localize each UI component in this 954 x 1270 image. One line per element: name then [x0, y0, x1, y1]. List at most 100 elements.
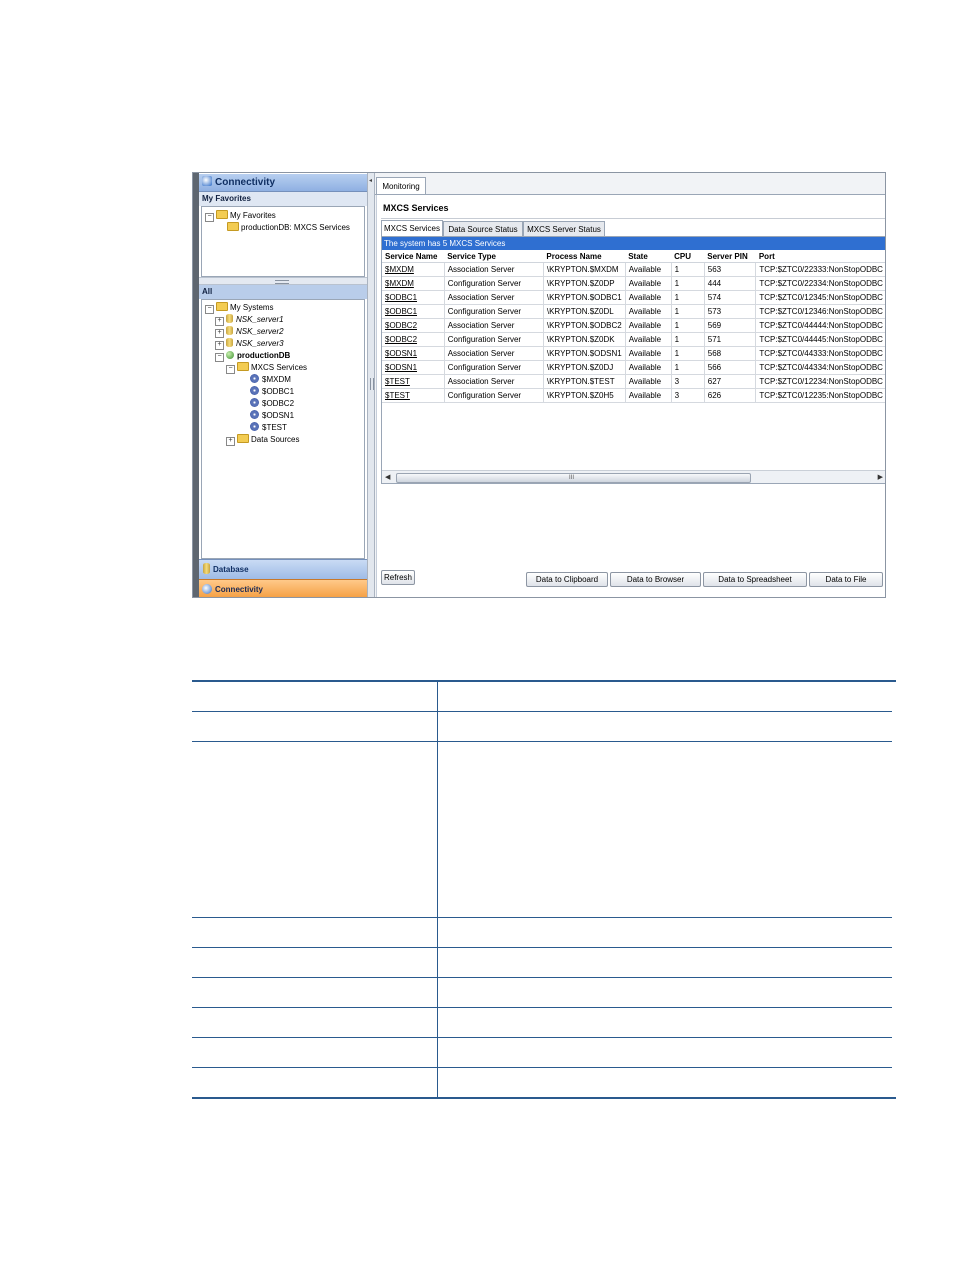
collapse-icon[interactable]: −: [205, 305, 214, 314]
table-cell: 571: [704, 332, 757, 347]
table-row[interactable]: $ODBC1 Configuration Server \KRYPTON.$Z0DL…: [382, 304, 885, 319]
splitter-grip[interactable]: [275, 280, 289, 284]
table-cell: Available: [625, 318, 672, 333]
column-header[interactable]: Port: [755, 250, 885, 263]
service-name-link[interactable]: $TEST: [382, 388, 445, 403]
favorites-header: My Favorites: [199, 192, 367, 206]
table-row[interactable]: $ODSN1 Association Server \KRYPTON.$ODSN1 A…: [382, 346, 885, 361]
doc-table-header-row: [192, 682, 892, 712]
table-row[interactable]: $ODBC2 Configuration Server \KRYPTON.$Z0DK…: [382, 332, 885, 347]
horizontal-scrollbar[interactable]: ◀ III ▶: [382, 470, 885, 483]
tree-node-service[interactable]: $TEST: [250, 422, 287, 433]
column-header[interactable]: Service Name: [382, 250, 445, 263]
table-cell: 573: [704, 304, 757, 319]
tree-node-server[interactable]: + NSK_server3: [215, 338, 284, 350]
title-divider: [381, 218, 885, 219]
tree-node-service[interactable]: $ODBC1: [250, 386, 294, 397]
refresh-button[interactable]: Refresh: [381, 570, 415, 585]
scroll-left-icon[interactable]: ◀: [385, 471, 390, 483]
table-row[interactable]: $MXDM Association Server \KRYPTON.$MXDM Ava…: [382, 262, 885, 277]
tree-node-server[interactable]: + NSK_server2: [215, 326, 284, 338]
data-to-browser-button[interactable]: Data to Browser: [610, 572, 701, 587]
service-name-link[interactable]: $ODSN1: [382, 360, 445, 375]
collapse-icon[interactable]: −: [215, 353, 224, 362]
service-gear-icon: [250, 410, 259, 419]
column-header[interactable]: Server PIN: [704, 250, 756, 263]
data-to-spreadsheet-button[interactable]: Data to Spreadsheet: [703, 572, 807, 587]
column-header[interactable]: Service Type: [444, 250, 544, 263]
folder-icon: [237, 434, 249, 443]
tree-node-my-favorites[interactable]: − My Favorites: [205, 210, 276, 222]
service-name-link[interactable]: $MXDM: [382, 262, 445, 277]
doc-table-row: [192, 948, 892, 978]
column-header[interactable]: CPU: [671, 250, 705, 263]
service-name-link[interactable]: $ODBC1: [382, 304, 445, 319]
doc-table-row: [192, 742, 892, 918]
tab-mxcs-server-status[interactable]: MXCS Server Status: [523, 221, 605, 236]
expand-icon[interactable]: +: [215, 329, 224, 338]
database-panel-header[interactable]: Database: [199, 559, 367, 579]
table-row[interactable]: $ODBC1 Association Server \KRYPTON.$ODBC1 A…: [382, 290, 885, 305]
table-cell: TCP:$ZTC0/12345:NonStopODBC: [755, 290, 885, 305]
all-tree: − My Systems + NSK_server1 + NSK_server2 + N…: [201, 299, 365, 559]
table-row[interactable]: $TEST Association Server \KRYPTON.$TEST Ava…: [382, 374, 885, 389]
table-cell: \KRYPTON.$Z0DJ: [543, 360, 626, 375]
expand-icon[interactable]: +: [215, 341, 224, 350]
table-row[interactable]: $ODBC2 Association Server \KRYPTON.$ODBC2 A…: [382, 318, 885, 333]
service-name-link[interactable]: $MXDM: [382, 276, 445, 291]
table-cell: Available: [625, 276, 672, 291]
page-title: MXCS Services: [383, 203, 449, 213]
table-cell: TCP:$ZTC0/22333:NonStopODBC: [755, 262, 885, 277]
table-cell: Configuration Server: [444, 304, 544, 319]
table-row[interactable]: $ODSN1 Configuration Server \KRYPTON.$Z0DJ…: [382, 360, 885, 375]
vertical-splitter[interactable]: ◂: [367, 173, 375, 597]
table-cell: \KRYPTON.$ODSN1: [543, 346, 626, 361]
table-cell: Available: [625, 304, 672, 319]
tab-monitoring[interactable]: Monitoring: [376, 177, 426, 194]
tree-node-service[interactable]: $MXDM: [250, 374, 291, 385]
service-name-link[interactable]: $ODBC1: [382, 290, 445, 305]
tree-node-my-systems[interactable]: − My Systems: [205, 302, 274, 314]
tree-node-favorite[interactable]: productionDB: MXCS Services: [227, 222, 350, 233]
service-name-link[interactable]: $TEST: [382, 374, 445, 389]
table-cell: Available: [625, 346, 672, 361]
table-row[interactable]: $MXDM Configuration Server \KRYPTON.$Z0DP A…: [382, 276, 885, 291]
table-cell: \KRYPTON.$Z0DP: [543, 276, 626, 291]
column-header[interactable]: Process Name: [543, 250, 626, 263]
table-cell: Available: [625, 388, 672, 403]
collapse-icon[interactable]: −: [205, 213, 214, 222]
expand-icon[interactable]: +: [215, 317, 224, 326]
tab-mxcs-services[interactable]: MXCS Services: [381, 220, 443, 236]
scroll-right-icon[interactable]: ▶: [878, 471, 883, 483]
connectivity-panel-button[interactable]: Connectivity: [199, 579, 367, 597]
expand-icon[interactable]: +: [226, 437, 235, 446]
collapse-left-icon[interactable]: ◂: [369, 177, 372, 184]
table-cell: TCP:$ZTC0/12234:NonStopODBC: [755, 374, 885, 389]
table-cell: 566: [704, 360, 757, 375]
tree-node-mxcs-services[interactable]: − MXCS Services: [226, 362, 307, 374]
table-row[interactable]: $TEST Configuration Server \KRYPTON.$Z0H5 A…: [382, 388, 885, 403]
table-header-row: Service Name Service Type Process Name S…: [382, 250, 885, 263]
data-to-file-button[interactable]: Data to File: [809, 572, 883, 587]
column-header[interactable]: State: [625, 250, 672, 263]
panel-splitter[interactable]: [199, 277, 367, 285]
tree-node-production-db[interactable]: − productionDB: [215, 350, 290, 362]
tree-node-data-sources[interactable]: + Data Sources: [226, 434, 299, 446]
data-to-clipboard-button[interactable]: Data to Clipboard: [526, 572, 608, 587]
table-cell: Configuration Server: [444, 276, 544, 291]
splitter-grip[interactable]: [370, 378, 374, 390]
table-cell: TCP:$ZTC0/22334:NonStopODBC: [755, 276, 885, 291]
scrollbar-thumb[interactable]: III: [396, 473, 751, 483]
tab-data-source-status[interactable]: Data Source Status: [443, 221, 523, 236]
service-name-link[interactable]: $ODBC2: [382, 318, 445, 333]
collapse-icon[interactable]: −: [226, 365, 235, 374]
tree-node-service[interactable]: $ODSN1: [250, 410, 294, 421]
tree-node-server[interactable]: + NSK_server1: [215, 314, 284, 326]
service-name-link[interactable]: $ODSN1: [382, 346, 445, 361]
service-name-link[interactable]: $ODBC2: [382, 332, 445, 347]
table-cell: Available: [625, 332, 672, 347]
connectivity-panel-header[interactable]: Connectivity: [199, 174, 367, 192]
services-table: Service Name Service Type Process Name S…: [382, 250, 885, 403]
table-cell: 563: [704, 262, 757, 277]
tree-node-service[interactable]: $ODBC2: [250, 398, 294, 409]
